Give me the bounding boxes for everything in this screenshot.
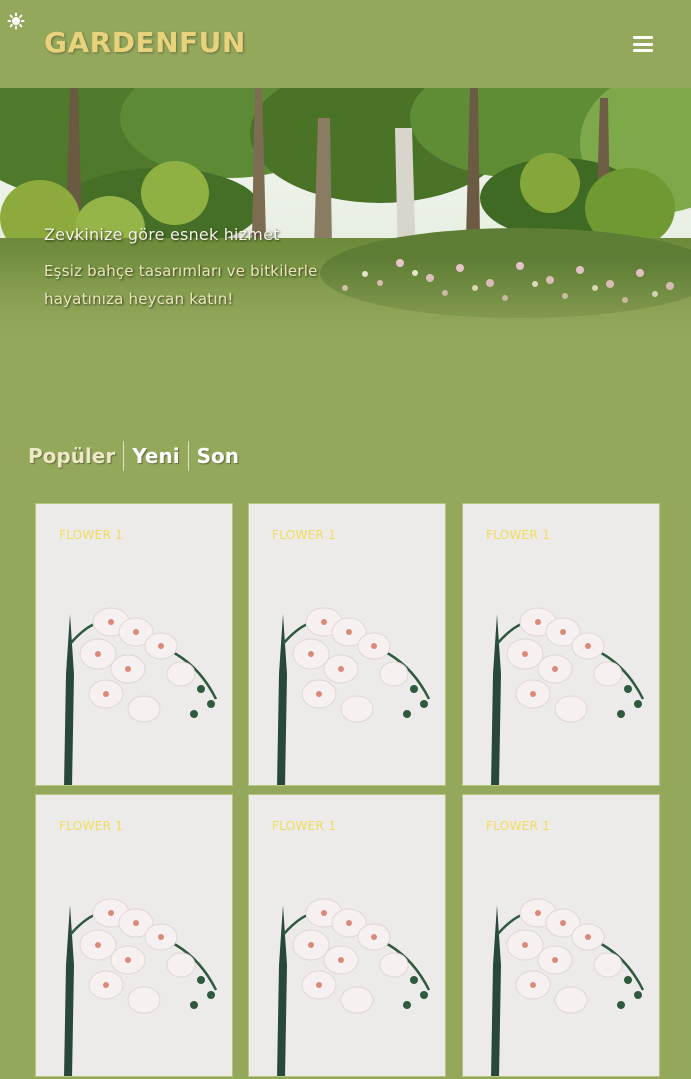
tab-popular[interactable]: Popüler [28,440,123,472]
sun-icon [7,12,25,30]
tab-new[interactable]: Yeni [124,440,187,472]
product-card[interactable]: FLOWER 1 [248,503,446,786]
card-title: FLOWER 1 [272,819,337,833]
orchid-image [249,795,445,1076]
tab-recent[interactable]: Son [189,440,247,472]
product-card[interactable]: FLOWER 1 [462,794,660,1077]
menu-bar [633,42,653,46]
orchid-image [249,504,445,785]
menu-bar [633,49,653,52]
card-title: FLOWER 1 [486,528,551,542]
orchid-image [36,795,232,1076]
hamburger-menu-icon[interactable] [633,36,653,52]
card-title: FLOWER 1 [59,819,124,833]
page: GARDENFUN Zevkinize göre esnek hizmet Eş… [0,0,691,1079]
site-logo[interactable]: GARDENFUN [44,26,246,59]
orchid-image [463,504,659,785]
product-card[interactable]: FLOWER 1 [35,503,233,786]
card-title: FLOWER 1 [59,528,124,542]
hero-subtitle: Eşsiz bahçe tasarımları ve bitkilerle ha… [44,262,318,308]
hero-title: Zevkinize göre esnek hizmet [44,225,280,244]
orchid-image [36,504,232,785]
menu-bar [633,36,653,39]
orchid-image [463,795,659,1076]
product-card[interactable]: FLOWER 1 [462,503,660,786]
product-card[interactable]: FLOWER 1 [248,794,446,1077]
hero-banner: Zevkinize göre esnek hizmet Eşsiz bahçe … [0,88,691,350]
card-title: FLOWER 1 [486,819,551,833]
product-card[interactable]: FLOWER 1 [35,794,233,1077]
card-title: FLOWER 1 [272,528,337,542]
theme-toggle-button[interactable] [6,11,26,31]
category-tabs: Popüler Yeni Son [28,440,247,472]
